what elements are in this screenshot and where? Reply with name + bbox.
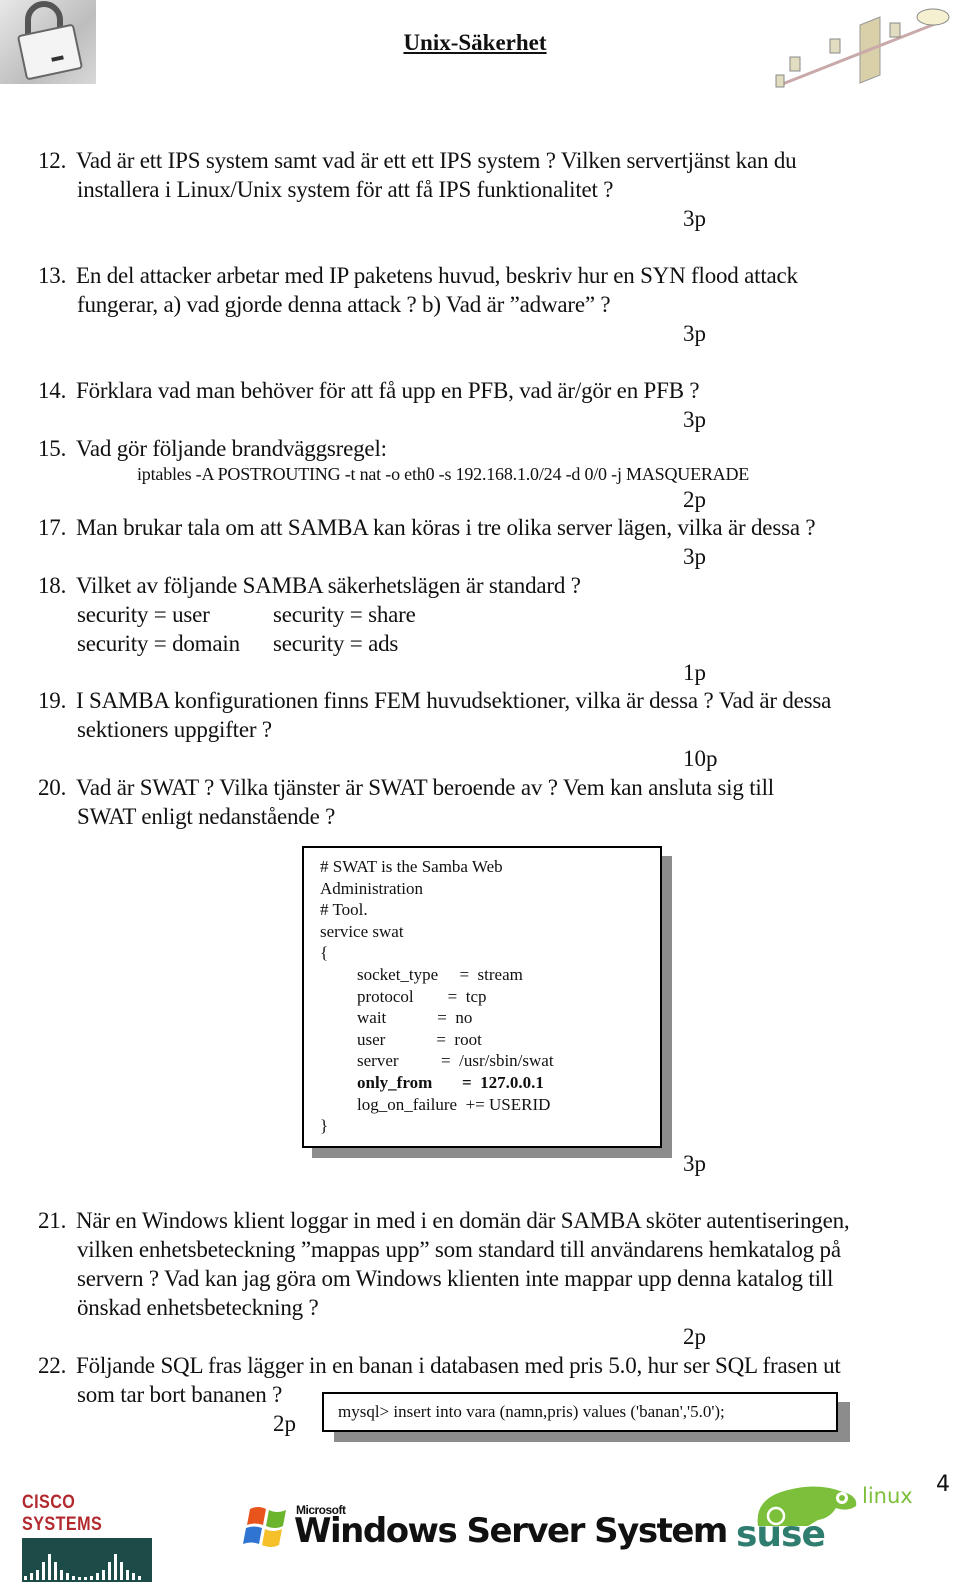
question-14-points: 3p [683, 407, 706, 432]
question-22: 22. Följande SQL fras lägger in en banan … [38, 1353, 841, 1378]
question-21: 21. När en Windows klient loggar in med i… [38, 1208, 850, 1233]
question-17: 17. Man brukar tala om att SAMBA kan köra… [38, 515, 816, 540]
config-line: Administration [320, 879, 423, 898]
network-diagram-image [770, 5, 955, 95]
config-line: { [320, 943, 329, 962]
config-line: service swat [320, 922, 404, 941]
windows-server-system-logo: Microsoft Windows Server System [242, 1503, 728, 1555]
question-21-line-4: önskad enhetsbeteckning ? [77, 1295, 319, 1320]
question-18: 18. Vilket av följande SAMBA säkerhetsläg… [38, 573, 581, 598]
suse-linux-logo: linux suse [736, 1478, 916, 1558]
question-12-line-2: installera i Linux/Unix system för att f… [77, 177, 614, 202]
question-21-line-2: vilken enhetsbeteckning ”mappas upp” som… [77, 1237, 841, 1262]
question-20-line-2: SWAT enligt nedanstående ? [77, 804, 336, 829]
option-security-share: security = share [273, 602, 416, 627]
question-13-line-2: fungerar, a) vad gjorde denna attack ? b… [77, 292, 611, 317]
option-security-ads: security = ads [273, 631, 399, 656]
question-15-points: 2p [683, 487, 706, 512]
page-number: 4 [936, 1472, 950, 1497]
question-20-points: 3p [683, 1151, 706, 1176]
sql-statement-box: mysql> insert into vara (namn,pris) valu… [322, 1392, 838, 1432]
cisco-logo-text: CISCO SYSTEMS [22, 1492, 103, 1535]
question-20: 20. Vad är SWAT ? Vilka tjänster är SWAT … [38, 775, 774, 800]
option-security-domain: security = domain [77, 631, 240, 656]
config-line: server = /usr/sbin/swat [357, 1051, 554, 1070]
question-19-points: 10p [683, 746, 718, 771]
config-line: # Tool. [320, 900, 368, 919]
linux-text: linux [862, 1484, 913, 1508]
question-21-points: 2p [683, 1324, 706, 1349]
config-line: wait = no [357, 1008, 473, 1027]
question-15: 15. Vad gör följande brandväggsregel: [38, 436, 387, 461]
config-line: # SWAT is the Samba Web [320, 857, 503, 876]
question-13-points: 3p [683, 321, 706, 346]
question-12-points: 3p [683, 206, 706, 231]
config-line-only-from: only_from = 127.0.0.1 [357, 1073, 544, 1092]
question-18-points: 1p [683, 660, 706, 685]
suse-text: suse [736, 1514, 826, 1555]
iptables-command: iptables -A POSTROUTING -t nat -o eth0 -… [137, 464, 750, 484]
config-line: protocol = tcp [357, 987, 487, 1006]
cisco-bars-icon [22, 1538, 152, 1582]
question-19: 19. I SAMBA konfigurationen finns FEM huv… [38, 688, 832, 713]
question-13: 13. En del attacker arbetar med IP pakete… [38, 263, 798, 288]
config-line: socket_type = stream [357, 965, 523, 984]
question-17-points: 3p [683, 544, 706, 569]
option-security-user: security = user [77, 602, 210, 627]
question-22-points: 2p [273, 1411, 296, 1436]
windows-server-system-text: Windows Server System [294, 1511, 728, 1551]
config-line: } [320, 1116, 329, 1135]
question-12: 12. Vad är ett IPS system samt vad är ett… [38, 148, 797, 173]
windows-flag-icon [243, 1507, 286, 1547]
swat-config-box: # SWAT is the Samba Web Administration #… [302, 846, 662, 1148]
sql-statement: mysql> insert into vara (namn,pris) valu… [338, 1402, 725, 1421]
question-14: 14. Förklara vad man behöver för att få u… [38, 378, 700, 403]
cisco-logo: CISCO SYSTEMS [22, 1492, 152, 1582]
config-line: log_on_failure += USERID [357, 1095, 551, 1114]
question-19-line-2: sektioners uppgifter ? [77, 717, 272, 742]
question-22-line-2: som tar bort bananen ? [77, 1382, 283, 1407]
question-21-line-3: servern ? Vad kan jag göra om Windows kl… [77, 1266, 834, 1291]
config-line: user = root [357, 1030, 482, 1049]
